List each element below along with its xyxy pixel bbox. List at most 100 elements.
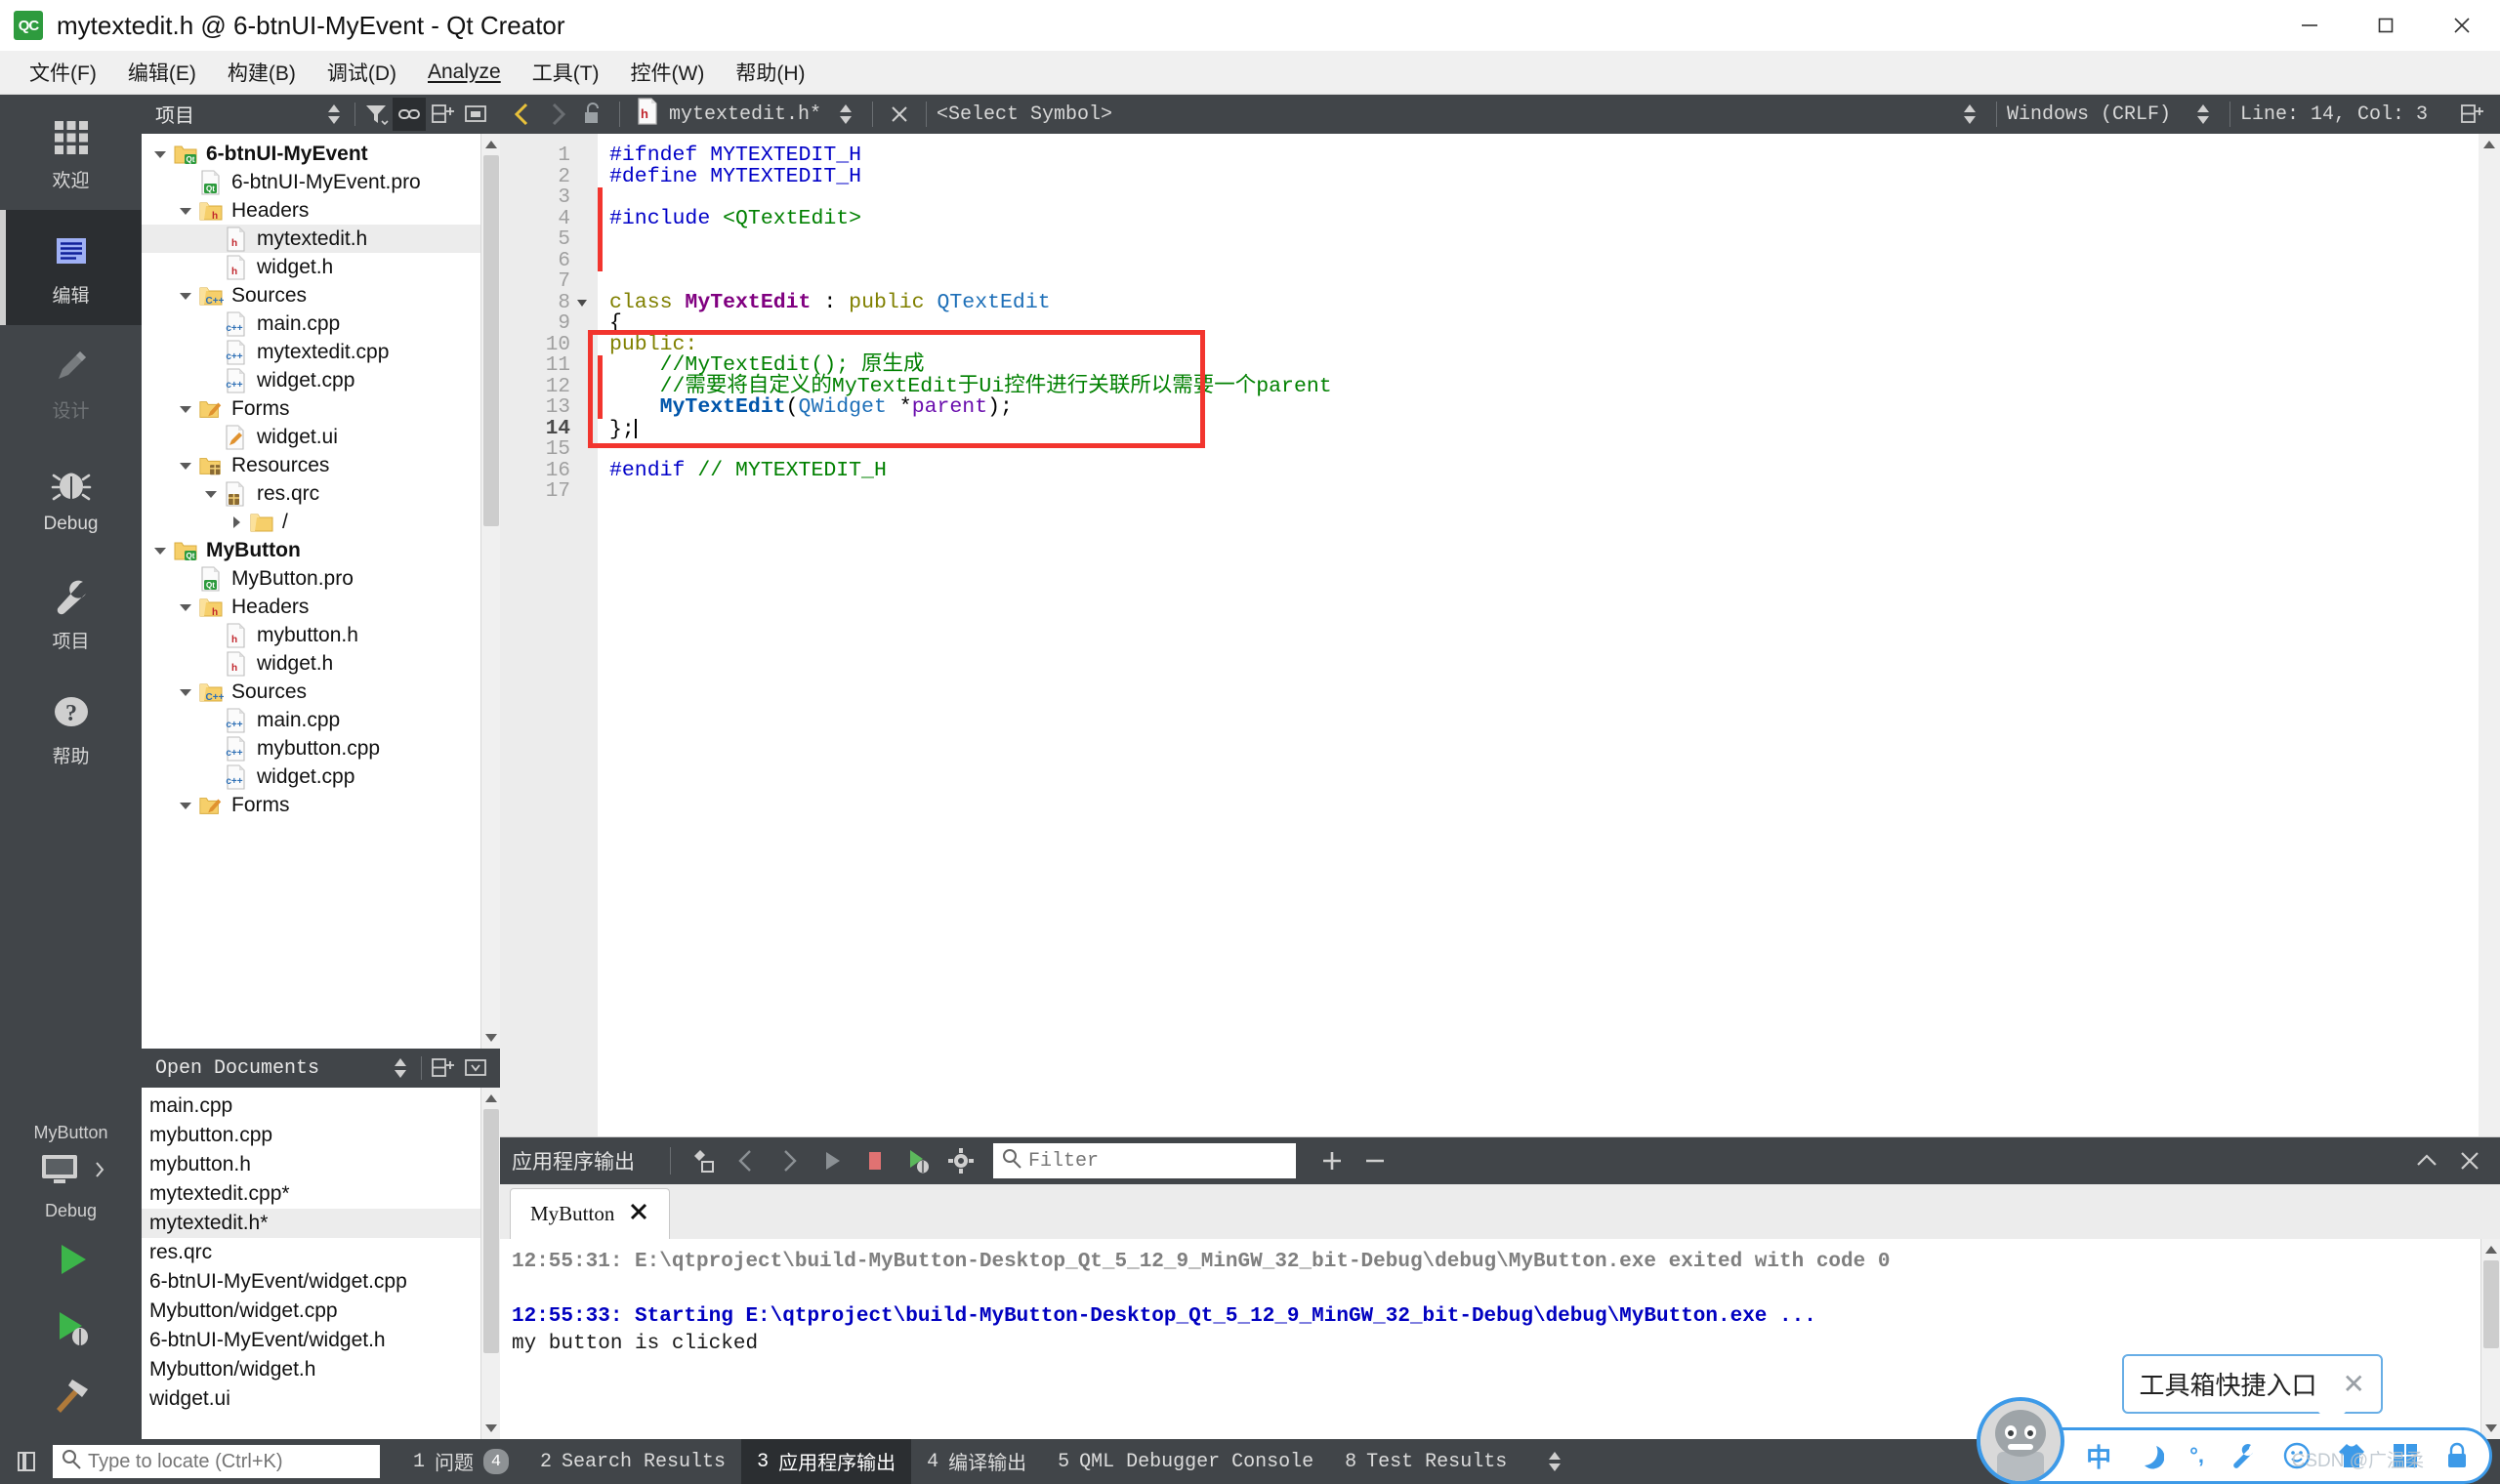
code-editor[interactable]: 1 2 3 4 5 6 7 8 9 10 11 12 13 14 15 16 17 #ifndef MYTEXT… — [500, 134, 2500, 1136]
scroll-up-icon[interactable] — [2479, 134, 2500, 155]
open-document-item[interactable]: main.cpp — [142, 1092, 500, 1121]
kit-selector[interactable]: MyButton Debug — [0, 1123, 142, 1237]
scroll-up-icon[interactable] — [480, 1088, 500, 1109]
open-document-item[interactable]: mybutton.h — [142, 1150, 500, 1179]
output-tab-4[interactable]: 4 编译输出 — [911, 1439, 1042, 1484]
open-documents-list[interactable]: main.cpp mybutton.cpp mybutton.h mytextedit… — [142, 1088, 500, 1414]
plus-icon[interactable] — [1313, 1142, 1351, 1179]
chevron-left-icon[interactable] — [506, 98, 539, 131]
line-ending-selector[interactable]: Windows (CRLF) — [2007, 103, 2171, 126]
link-icon[interactable] — [393, 98, 426, 131]
menu-item-tools[interactable]: 工具(T) — [517, 54, 615, 91]
chevron-right-icon[interactable] — [541, 98, 574, 131]
project-tree-scrollbar[interactable] — [480, 134, 500, 1049]
chevron-down-icon[interactable] — [147, 536, 173, 564]
scroll-track[interactable] — [481, 1109, 501, 1418]
current-file-selector[interactable]: h mytextedit.h* — [630, 97, 827, 132]
scroll-down-icon[interactable] — [480, 1418, 500, 1439]
mode-button-debug[interactable]: Debug — [0, 440, 142, 556]
play-icon[interactable] — [49, 1237, 94, 1287]
scroll-thumb[interactable] — [2482, 1260, 2499, 1348]
chevron-down-icon[interactable] — [173, 196, 198, 225]
scroll-up-icon[interactable] — [2480, 1239, 2500, 1260]
open-document-item[interactable]: mytextedit.h* — [142, 1209, 500, 1238]
output-tab-6[interactable]: 8 Test Results — [1329, 1439, 1522, 1484]
output-tab-2[interactable]: 2 Search Results — [524, 1439, 741, 1484]
clear-icon[interactable] — [685, 1142, 722, 1179]
play-bug-icon[interactable] — [49, 1304, 94, 1354]
locator-box[interactable] — [53, 1445, 380, 1478]
open-document-item[interactable]: widget.ui — [142, 1384, 500, 1414]
tree-item[interactable]: h Headers — [142, 593, 500, 621]
mode-button-edit[interactable]: 编辑 — [0, 210, 142, 325]
debug-run-icon[interactable] — [899, 1142, 937, 1179]
next-item-icon[interactable] — [771, 1142, 808, 1179]
open-document-item[interactable]: mytextedit.cpp* — [142, 1179, 500, 1209]
menu-item-file[interactable]: 文件(F) — [14, 54, 112, 91]
tree-item[interactable]: Forms — [142, 394, 500, 423]
menu-item-help[interactable]: 帮助(H) — [720, 54, 820, 91]
tree-item[interactable]: c++ main.cpp — [142, 706, 500, 734]
updown-selector-icon[interactable] — [2187, 98, 2220, 131]
code-text-area[interactable]: #ifndef MYTEXTEDIT_H #define MYTEXTEDIT_H… — [588, 134, 2500, 1136]
close-x-icon[interactable] — [628, 1201, 649, 1228]
menu-item-edit[interactable]: 编辑(E) — [112, 54, 212, 91]
punctuation-icon[interactable]: °, — [2189, 1443, 2204, 1468]
settings-gear-icon[interactable] — [942, 1142, 979, 1179]
output-tab-3[interactable]: 3 应用程序输出 — [741, 1439, 912, 1484]
updown-selector-icon[interactable] — [1538, 1445, 1571, 1478]
maximize-icon[interactable] — [2348, 0, 2424, 51]
filter-input-box[interactable] — [993, 1143, 1296, 1178]
output-tab-1[interactable]: 1 问题 4 — [397, 1439, 524, 1484]
tree-item[interactable]: Qt MyButton — [142, 536, 500, 564]
menu-item-analyze[interactable]: Analyze — [412, 57, 517, 88]
unlock-icon[interactable] — [576, 98, 609, 131]
chevron-down-icon[interactable] — [173, 678, 198, 706]
moon-icon[interactable] — [2137, 1442, 2165, 1469]
fold-toggle-icon[interactable] — [572, 293, 592, 314]
tree-item[interactable]: h widget.h — [142, 649, 500, 678]
tree-item[interactable]: Qt MyButton.pro — [142, 564, 500, 593]
updown-selector-icon[interactable] — [1953, 98, 1986, 131]
chevron-down-icon[interactable] — [198, 479, 224, 508]
chevron-down-icon[interactable] — [147, 140, 173, 168]
output-scrollbar[interactable] — [2480, 1239, 2500, 1439]
split-icon[interactable] — [426, 98, 459, 131]
open-document-item[interactable]: mybutton.cpp — [142, 1121, 500, 1150]
locator-input[interactable] — [88, 1450, 372, 1473]
tree-item[interactable]: c++ mybutton.cpp — [142, 734, 500, 763]
output-tab-5[interactable]: 5 QML Debugger Console — [1042, 1439, 1329, 1484]
close-x-icon[interactable] — [2451, 1142, 2488, 1179]
sort-selector-icon[interactable] — [384, 1051, 417, 1085]
hammer-icon[interactable] — [49, 1372, 94, 1422]
minus-icon[interactable] — [1356, 1142, 1394, 1179]
toggle-sidebar-icon[interactable] — [10, 1445, 43, 1478]
scroll-down-icon[interactable] — [480, 1027, 500, 1049]
open-document-item[interactable]: Mybutton/widget.h — [142, 1355, 500, 1384]
chevron-down-icon[interactable] — [173, 451, 198, 479]
project-tree[interactable]: Qt 6-btnUI-MyEvent Qt 6-btnUI-MyEvent.pro h H… — [142, 134, 500, 819]
menu-item-debug[interactable]: 调试(D) — [312, 54, 412, 91]
open-document-item[interactable]: 6-btnUI-MyEvent/widget.cpp — [142, 1267, 500, 1297]
scroll-thumb[interactable] — [482, 1109, 499, 1353]
editor-scrollbar[interactable] — [2479, 134, 2500, 1136]
scroll-track[interactable] — [481, 155, 501, 1027]
mode-button-welcome[interactable]: 欢迎 — [0, 95, 142, 210]
tree-item[interactable]: Qt 6-btnUI-MyEvent — [142, 140, 500, 168]
open-documents-scrollbar[interactable] — [480, 1088, 500, 1439]
split-icon[interactable] — [426, 1051, 459, 1085]
tree-item[interactable]: widget.ui — [142, 423, 500, 451]
tree-item[interactable]: c++ widget.cpp — [142, 366, 500, 394]
tree-item[interactable]: h Headers — [142, 196, 500, 225]
tree-item[interactable]: C++ Sources — [142, 678, 500, 706]
close-panel-icon[interactable] — [459, 98, 492, 131]
tree-item[interactable]: c++ mytextedit.cpp — [142, 338, 500, 366]
scroll-up-icon[interactable] — [480, 134, 500, 155]
chevron-right-icon[interactable] — [224, 508, 249, 536]
symbol-selector[interactable]: <Select Symbol> — [937, 103, 1112, 126]
chevron-down-icon[interactable] — [173, 281, 198, 309]
close-panel-icon[interactable] — [459, 1051, 492, 1085]
tree-item[interactable]: h mybutton.h — [142, 621, 500, 649]
lock-icon[interactable] — [2444, 1442, 2470, 1469]
output-selector-tabs[interactable]: 1 问题 4 2 Search Results 3 应用程序输出 4 编译输出 5 QML Debu… — [397, 1439, 1522, 1484]
